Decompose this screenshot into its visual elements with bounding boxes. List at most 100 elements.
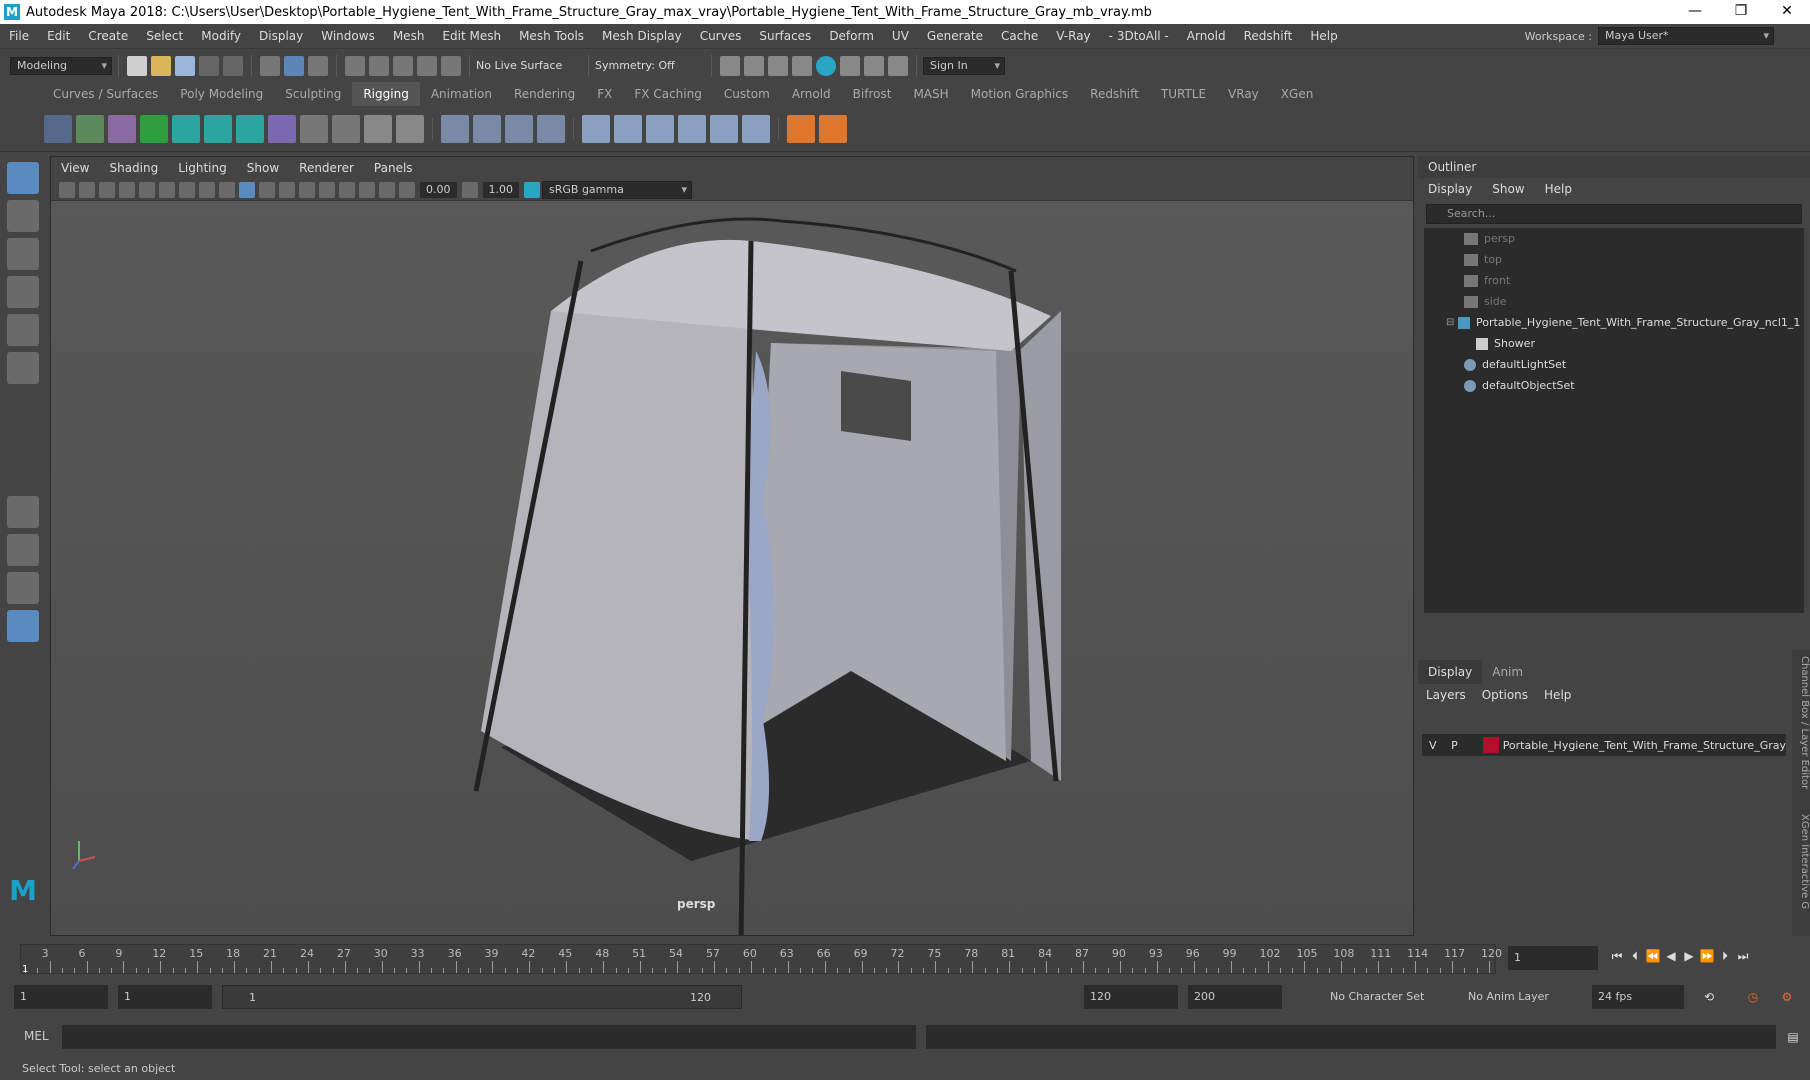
open-scene-icon[interactable]	[151, 55, 171, 76]
menu-mesh-tools[interactable]: Mesh Tools	[510, 24, 593, 48]
step-forward-key-icon[interactable]: ⏩	[1698, 948, 1716, 964]
mirror-joint-icon[interactable]	[742, 114, 770, 143]
humanik-icon[interactable]	[364, 114, 392, 143]
vp-menu-view[interactable]: View	[51, 161, 99, 175]
shadows-icon[interactable]	[299, 181, 315, 198]
constraint-point-icon[interactable]	[441, 114, 469, 143]
shelf-tab-motion-graphics[interactable]: Motion Graphics	[960, 82, 1080, 106]
menu-edit-mesh[interactable]: Edit Mesh	[433, 24, 510, 48]
collapse-icon[interactable]: ⊟	[1446, 317, 1458, 328]
cluster-icon[interactable]	[268, 114, 296, 143]
lights-icon[interactable]	[279, 181, 295, 198]
outliner-layout-icon[interactable]	[7, 610, 39, 642]
parent-icon[interactable]	[646, 114, 674, 143]
joint-tool-icon[interactable]	[44, 114, 72, 143]
lattice-icon[interactable]	[300, 114, 328, 143]
isolate-select-icon[interactable]	[359, 181, 375, 198]
menu-modify[interactable]: Modify	[192, 24, 250, 48]
playback-start-field[interactable]: 1	[118, 985, 212, 1009]
workspace-dropdown[interactable]: Maya User*	[1598, 27, 1774, 45]
outliner-item[interactable]: persp	[1424, 228, 1804, 249]
layer-menu-options[interactable]: Options	[1474, 688, 1536, 702]
mel-label[interactable]: MEL	[24, 1029, 49, 1043]
go-to-end-icon[interactable]: ⏭	[1734, 948, 1752, 964]
move-tool-icon[interactable]	[7, 276, 39, 308]
menu-surfaces[interactable]: Surfaces	[750, 24, 820, 48]
shelf-tab-arnold[interactable]: Arnold	[781, 82, 842, 106]
menu-vray[interactable]: V-Ray	[1047, 24, 1099, 48]
select-hierarchy-icon[interactable]	[260, 55, 280, 76]
playback-end-field[interactable]: 120	[1084, 985, 1178, 1009]
menu-mesh-display[interactable]: Mesh Display	[593, 24, 691, 48]
antialias-icon[interactable]	[339, 181, 355, 198]
shelf-tab-vray[interactable]: VRay	[1217, 82, 1270, 106]
shelf-tab-bifrost[interactable]: Bifrost	[842, 82, 903, 106]
ik-handle-icon[interactable]	[108, 114, 136, 143]
remove-influence-icon[interactable]	[819, 114, 847, 143]
shelf-tab-redshift[interactable]: Redshift	[1079, 82, 1150, 106]
menu-redshift[interactable]: Redshift	[1235, 24, 1302, 48]
paint-select-icon[interactable]	[7, 238, 39, 270]
constraint-aim-icon[interactable]	[473, 114, 501, 143]
select-object-icon[interactable]	[284, 55, 304, 76]
menu-edit[interactable]: Edit	[38, 24, 79, 48]
layer-menu-help[interactable]: Help	[1536, 688, 1579, 702]
insert-joint-icon[interactable]	[76, 114, 104, 143]
select-component-icon[interactable]	[308, 55, 328, 76]
film-gate-icon[interactable]	[159, 181, 175, 198]
maximize-button[interactable]: ❐	[1718, 0, 1764, 24]
play-backward-icon[interactable]: ◀	[1662, 948, 1680, 964]
shelf-tab-fx[interactable]: FX	[586, 82, 623, 106]
menu-uv[interactable]: UV	[883, 24, 918, 48]
scene-start-field[interactable]: 1	[14, 985, 108, 1009]
gamma-field[interactable]: 1.00	[482, 181, 519, 198]
outliner-item[interactable]: Shower	[1424, 333, 1804, 354]
outliner-item[interactable]: defaultLightSet	[1424, 354, 1804, 375]
menu-mesh[interactable]: Mesh	[384, 24, 434, 48]
auto-key-icon[interactable]: ◷	[1744, 989, 1762, 1005]
camera-select-icon[interactable]	[59, 181, 75, 198]
constraint-orient-icon[interactable]	[505, 114, 533, 143]
select-tool-icon[interactable]	[7, 162, 39, 194]
wireframe-icon[interactable]	[219, 181, 235, 198]
symmetry-field[interactable]: Symmetry: Off	[595, 59, 705, 72]
minimize-button[interactable]: —	[1672, 0, 1718, 24]
camera-attributes-icon[interactable]	[79, 181, 95, 198]
outliner-menu-display[interactable]: Display	[1418, 182, 1482, 196]
shelf-tab-turtle[interactable]: TURTLE	[1150, 82, 1217, 106]
exposure-icon[interactable]	[399, 181, 415, 198]
close-button[interactable]: ✕	[1764, 0, 1810, 24]
play-forward-icon[interactable]: ▶	[1680, 948, 1698, 964]
shelf-tab-animation[interactable]: Animation	[420, 82, 503, 106]
render-settings-icon[interactable]	[792, 55, 812, 76]
menu-display[interactable]: Display	[250, 24, 312, 48]
snap-point-icon[interactable]	[393, 55, 413, 76]
hypershade-icon[interactable]	[816, 55, 836, 76]
snap-surface-icon[interactable]	[441, 55, 461, 76]
ik-spline-icon[interactable]	[140, 114, 168, 143]
two-view-icon[interactable]	[7, 572, 39, 604]
single-view-icon[interactable]	[7, 496, 39, 528]
outliner-item[interactable]: side	[1424, 291, 1804, 312]
shelf-tab-rendering[interactable]: Rendering	[503, 82, 586, 106]
character-set-dropdown[interactable]: No Character Set	[1324, 985, 1444, 1009]
vp-menu-shading[interactable]: Shading	[99, 161, 168, 175]
shelf-tab-fx-caching[interactable]: FX Caching	[623, 82, 712, 106]
outliner-menu-show[interactable]: Show	[1482, 182, 1534, 196]
mel-input[interactable]	[62, 1025, 916, 1049]
ipr-render-icon[interactable]	[768, 55, 788, 76]
new-scene-icon[interactable]	[127, 55, 147, 76]
script-editor-icon[interactable]: ▤	[1784, 1029, 1802, 1045]
shelf-tab-curves-surfaces[interactable]: Curves / Surfaces	[42, 82, 169, 106]
render-view-icon[interactable]	[840, 55, 860, 76]
undo-icon[interactable]	[199, 55, 219, 76]
step-back-key-icon[interactable]: ⏪	[1644, 948, 1662, 964]
step-back-icon[interactable]: ⏴	[1626, 948, 1644, 964]
menu-deform[interactable]: Deform	[820, 24, 883, 48]
textured-icon[interactable]	[259, 181, 275, 198]
anim-prefs-icon[interactable]: ⚙	[1778, 989, 1796, 1005]
menu-3dtoall[interactable]: - 3DtoAll -	[1100, 24, 1178, 48]
menu-set-dropdown[interactable]: Modeling	[10, 56, 112, 75]
color-management-icon[interactable]	[524, 181, 540, 198]
scale-tool-icon[interactable]	[7, 352, 39, 384]
